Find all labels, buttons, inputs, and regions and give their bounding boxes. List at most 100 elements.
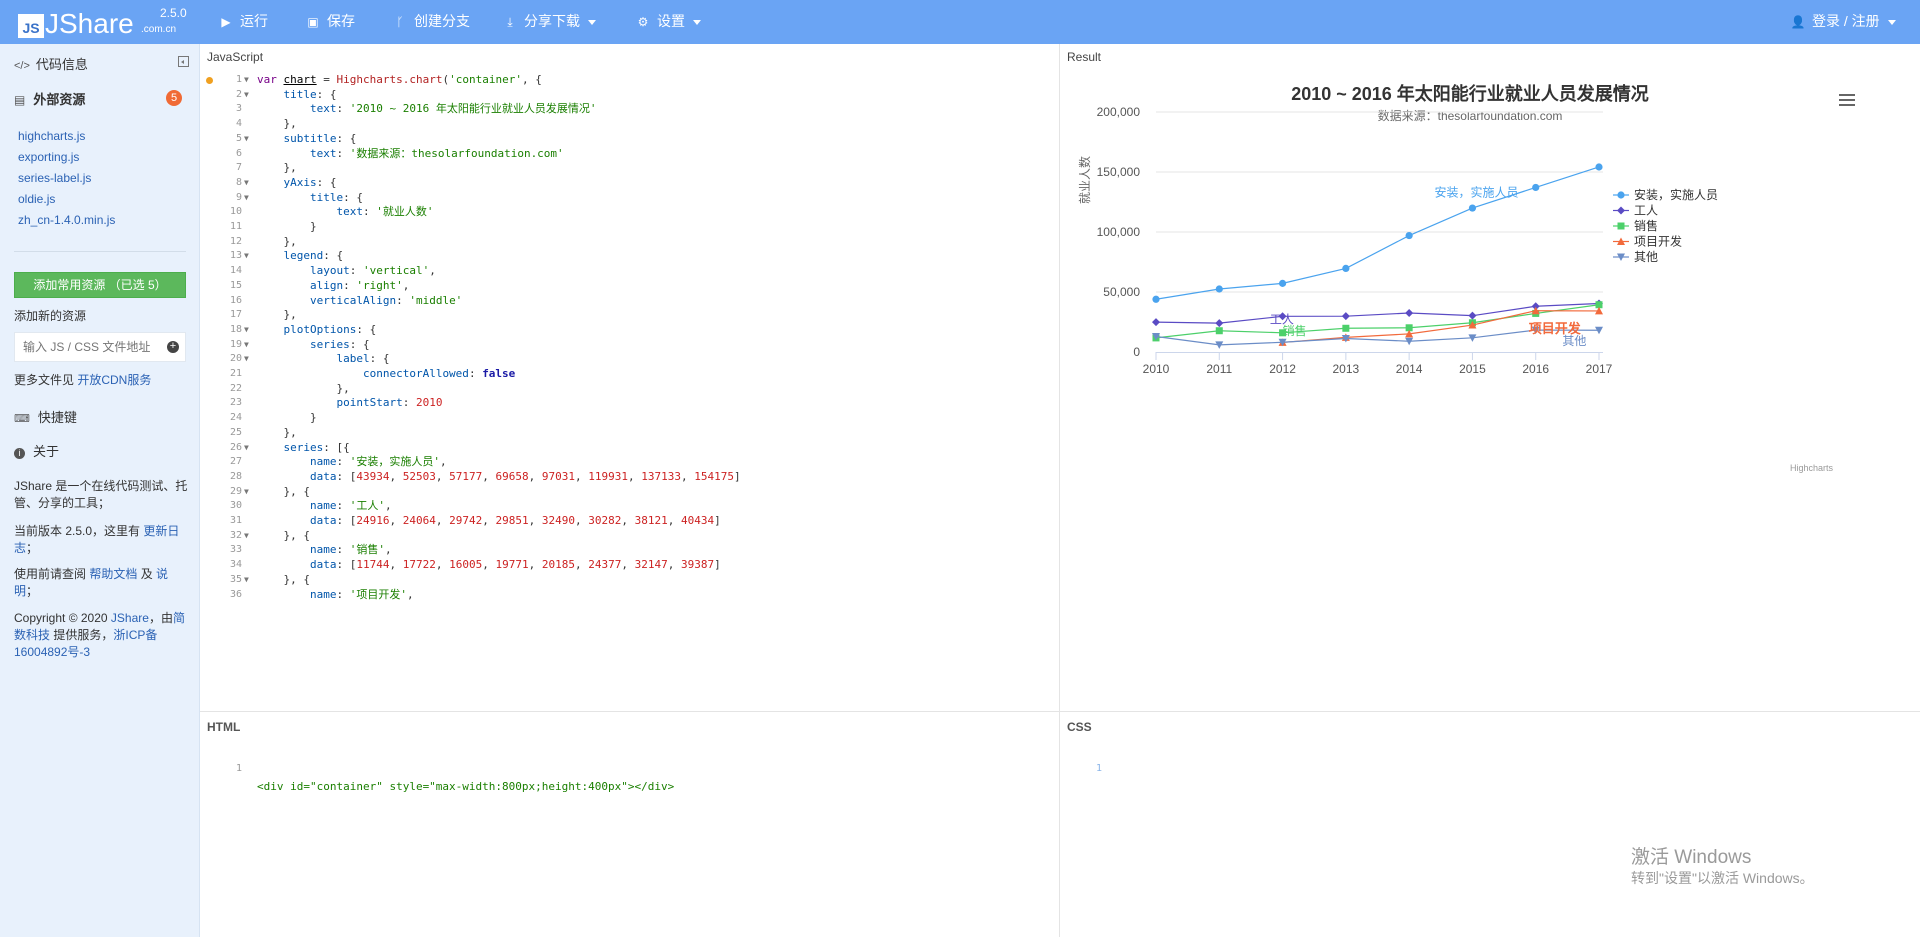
- series-label: 安装，实施人员: [1434, 184, 1518, 199]
- x-tick-label: 2017: [1586, 362, 1613, 376]
- download-icon: ⤓: [507, 15, 513, 29]
- login-button[interactable]: 👤 登录 / 注册: [1790, 0, 1896, 44]
- more-files-text: 更多文件见 开放CDN服务: [14, 373, 152, 387]
- data-point[interactable]: [1278, 279, 1287, 287]
- share-download-button[interactable]: ⤓ 分享下载: [502, 0, 596, 44]
- html-panel-title: HTML: [207, 720, 241, 734]
- data-point[interactable]: [1342, 324, 1350, 332]
- x-tick-label: 2012: [1269, 362, 1296, 376]
- y-axis-title: 就业人数: [1077, 156, 1092, 204]
- about-text: JShare 是一个在线代码测试、托管、分享的工具；: [14, 479, 188, 510]
- y-tick-label: 100,000: [1097, 225, 1141, 239]
- help-docs-link[interactable]: 帮助文档: [89, 567, 137, 581]
- code-line: 1: [1095, 763, 1102, 774]
- run-button[interactable]: ▶ 运行: [218, 0, 268, 44]
- windows-activation-hint: 转到"设置"以激活 Windows。: [1631, 870, 1814, 886]
- legend-item[interactable]: 其他: [1634, 250, 1658, 264]
- x-tick-label: 2015: [1459, 362, 1486, 376]
- html-panel[interactable]: HTML 1 <div id="container" style="max-wi…: [200, 712, 1060, 937]
- menu-icon[interactable]: [1839, 94, 1855, 106]
- series-label: 其他: [1562, 334, 1586, 348]
- x-tick-label: 2010: [1143, 362, 1170, 376]
- divider: [14, 251, 186, 252]
- data-point[interactable]: [1405, 309, 1414, 318]
- code-info-item[interactable]: </> 代码信息: [14, 54, 88, 73]
- add-new-resource-label: 添加新的资源: [14, 309, 87, 323]
- external-resources-item[interactable]: ▤ 外部资源: [14, 89, 85, 108]
- resource-link[interactable]: series-label.js: [18, 171, 91, 185]
- legend-item[interactable]: 销售: [1634, 218, 1658, 233]
- legend-marker[interactable]: [1617, 191, 1625, 199]
- version-text: 当前版本 2.5.0，这里有 更新日志；: [14, 524, 180, 555]
- data-point[interactable]: [1468, 204, 1477, 212]
- legend-marker[interactable]: [1617, 206, 1625, 215]
- save-button[interactable]: ▣ 保存: [305, 0, 355, 44]
- top-bar: JS JShare .com.cn 2.5.0 ▶ 运行 ▣ 保存 ᚴ 创建分支 ⤓ 分…: [0, 0, 1920, 44]
- windows-activation-title: 激活 Windows: [1631, 847, 1752, 868]
- chart-credits[interactable]: Highcharts: [1790, 463, 1834, 473]
- code-line: 1 <div id="container" style="max-width:8…: [200, 742, 1060, 793]
- about-item[interactable]: i 关于: [14, 441, 59, 460]
- resource-url-input[interactable]: [14, 332, 186, 362]
- file-icon: ▤: [14, 93, 26, 107]
- gear-icon: ⚙: [637, 15, 649, 29]
- data-point[interactable]: [1341, 312, 1350, 321]
- resource-link[interactable]: zh_cn-1.4.0.min.js: [18, 213, 115, 227]
- shortcuts-item[interactable]: ⌨ 快捷键: [14, 407, 77, 426]
- css-panel-title: CSS: [1067, 720, 1092, 734]
- sidebar: </> 代码信息 ▤ 外部资源 5 highcharts.js exporting.…: [0, 44, 200, 937]
- y-tick-label: 150,000: [1097, 165, 1141, 179]
- chart: 2010 ~ 2016 年太阳能行业就业人员发展情况 数据来源：thesolar…: [1077, 83, 1855, 473]
- result-panel-title: Result: [1067, 50, 1102, 64]
- data-point[interactable]: [1342, 264, 1350, 273]
- chevron-down-icon: [588, 19, 596, 25]
- add-circle-icon[interactable]: +: [167, 341, 179, 353]
- keyboard-icon: ⌨: [14, 413, 30, 425]
- legend-item[interactable]: 项目开发: [1634, 234, 1682, 249]
- x-tick-label: 2011: [1206, 362, 1232, 376]
- user-icon: 👤: [1790, 15, 1806, 29]
- resource-link[interactable]: oldie.js: [18, 192, 55, 206]
- x-tick-label: 2016: [1522, 362, 1549, 376]
- fork-button[interactable]: ᚴ 创建分支: [392, 0, 470, 44]
- x-tick-label: 2013: [1333, 362, 1360, 376]
- resource-link[interactable]: exporting.js: [18, 150, 79, 164]
- data-point[interactable]: [1595, 163, 1603, 171]
- data-point[interactable]: [1152, 295, 1160, 303]
- collapse-icon[interactable]: [178, 56, 189, 67]
- data-point[interactable]: [1215, 327, 1223, 335]
- legend-item[interactable]: 工人: [1634, 204, 1658, 218]
- data-point[interactable]: [1152, 318, 1160, 327]
- settings-button[interactable]: ⚙ 设置: [635, 0, 701, 44]
- legend-marker[interactable]: [1617, 222, 1625, 230]
- fork-icon: ᚴ: [396, 15, 404, 29]
- logo-domain: .com.cn: [141, 24, 177, 35]
- save-icon: ▣: [307, 15, 319, 29]
- y-tick-label: 50,000: [1103, 285, 1140, 299]
- resource-link[interactable]: highcharts.js: [18, 129, 85, 143]
- logo-box: JS: [18, 14, 44, 38]
- resource-count-badge: 5: [166, 90, 182, 106]
- data-point[interactable]: [1468, 311, 1477, 320]
- add-common-resources-button[interactable]: 添加常用资源 （已选 5）: [14, 272, 186, 298]
- cdn-link[interactable]: 开放CDN服务: [77, 373, 151, 387]
- html-editor[interactable]: 1 <div id="container" style="max-width:8…: [200, 742, 1060, 793]
- css-panel[interactable]: CSS 1: [1060, 712, 1920, 937]
- logo-name: JShare: [45, 8, 134, 39]
- chevron-down-icon: [693, 19, 701, 25]
- code-icon: </>: [14, 60, 30, 72]
- data-point[interactable]: [1215, 285, 1223, 293]
- data-point[interactable]: [1215, 319, 1224, 328]
- chart-subtitle: 数据来源：thesolarfoundation.com: [1378, 108, 1563, 123]
- css-editor[interactable]: 1: [1060, 742, 1920, 774]
- data-point[interactable]: [1405, 231, 1413, 240]
- data-point[interactable]: [1532, 183, 1540, 192]
- help-text: 使用前请查阅 帮助文档 及 说明；: [14, 567, 169, 598]
- javascript-editor[interactable]: 1 ▼ var chart = Highcharts.chart('containe…: [200, 71, 1060, 703]
- html-code-text: <div id="container" style="max-width:800…: [257, 780, 675, 793]
- jshare-link[interactable]: JShare: [111, 611, 149, 625]
- javascript-panel[interactable]: JavaScript 1 ▼ var chart = Highcharts.char…: [200, 44, 1060, 712]
- javascript-panel-title: JavaScript: [207, 50, 264, 64]
- legend-item[interactable]: 安装，实施人员: [1634, 187, 1718, 202]
- y-tick-label: 200,000: [1097, 105, 1141, 119]
